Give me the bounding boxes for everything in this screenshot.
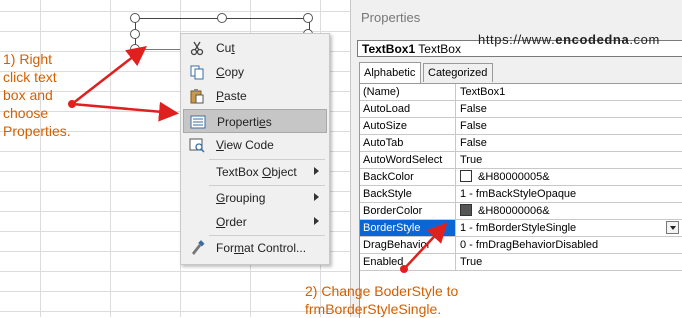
resize-handle-top-middle[interactable] [217, 13, 227, 23]
resize-handle-bottom-left[interactable] [130, 44, 140, 54]
scissors-icon [189, 40, 205, 56]
menu-item-grouping[interactable]: Grouping [183, 186, 327, 210]
grid-line [40, 0, 41, 317]
annotation-step-2-line-2: frmBorderStyleSingle. [305, 301, 442, 317]
property-value[interactable]: &H80000006& [457, 203, 679, 219]
annotation-step-2-line-1: 2) Change BoderStyle to [305, 283, 459, 299]
dropdown-arrow-icon[interactable] [666, 221, 679, 234]
property-row-autotab[interactable]: AutoTab False [360, 135, 682, 152]
property-row-borderstyle[interactable]: BorderStyle 1 - fmBorderStyleSingle [360, 220, 682, 237]
url-suffix: .com [629, 32, 660, 47]
property-row-name[interactable]: (Name) TextBox1 [360, 84, 682, 101]
property-name: DragBehavior [360, 237, 456, 253]
access-key: O [262, 165, 272, 179]
menu-item-properties[interactable]: Properties [183, 109, 327, 133]
property-name: (Name) [360, 84, 456, 100]
property-value[interactable]: TextBox1 [457, 84, 679, 100]
grid-line [0, 291, 350, 292]
object-type: TextBox [418, 42, 461, 56]
properties-title: Properties [361, 10, 421, 25]
paste-icon [189, 88, 205, 104]
property-row-bordercolor[interactable]: BorderColor &H80000006& [360, 203, 682, 220]
access-key: P [216, 89, 225, 103]
resize-handle-top-right[interactable] [303, 13, 313, 23]
property-name: BackStyle [360, 186, 456, 202]
tab-categorized[interactable]: Categorized [423, 63, 493, 82]
property-row-dragbehavior[interactable]: DragBehavior 0 - fmDragBehaviorDisabled [360, 237, 682, 254]
resize-handle-top-left[interactable] [130, 13, 140, 23]
property-value[interactable]: &H80000005& [457, 169, 679, 185]
menu-item-order[interactable]: Order [183, 210, 327, 234]
property-name: BorderColor [360, 203, 456, 219]
property-row-backcolor[interactable]: BackColor &H80000005& [360, 169, 682, 186]
access-key: G [216, 191, 226, 205]
tab-alphabetic[interactable]: Alphabetic [359, 62, 421, 83]
color-swatch [460, 170, 472, 182]
property-name: BorderStyle [360, 220, 456, 236]
menu-label: Paste [216, 89, 247, 103]
menu-label: Properties [217, 115, 272, 129]
access-key: V [216, 138, 224, 152]
submenu-arrow-icon [314, 193, 319, 201]
view-code-icon [189, 137, 205, 153]
property-value[interactable]: False [457, 101, 679, 117]
property-row-backstyle[interactable]: BackStyle 1 - fmBackStyleOpaque [360, 186, 682, 203]
property-row-enabled[interactable]: Enabled True [360, 254, 682, 271]
menu-item-view-code[interactable]: View Code [183, 133, 327, 157]
access-key: m [234, 241, 244, 255]
grid-line [0, 271, 350, 272]
grid-line [110, 0, 111, 317]
menu-label: Grouping [216, 191, 266, 205]
properties-icon [190, 114, 206, 130]
site-url: https://www.encodedna.com [478, 32, 660, 47]
access-key: O [216, 215, 226, 229]
menu-item-format-control[interactable]: Format Control... [183, 236, 327, 260]
resize-handle-middle-left[interactable] [130, 29, 140, 39]
menu-item-copy[interactable]: Copy [183, 60, 327, 84]
property-name: Enabled [360, 254, 456, 270]
property-value[interactable]: 1 - fmBackStyleOpaque [457, 186, 679, 202]
access-key: t [231, 41, 235, 55]
property-value[interactable]: 0 - fmDragBehaviorDisabled [457, 237, 679, 253]
property-name: AutoWordSelect [360, 152, 456, 168]
property-name: AutoLoad [360, 101, 456, 117]
menu-label: View Code [216, 138, 274, 152]
context-menu: Cut Copy Paste Properties View Code Text… [180, 33, 330, 265]
url-prefix: https://www. [478, 32, 556, 47]
menu-label: Cut [216, 41, 235, 55]
menu-label: Copy [216, 65, 245, 79]
annotation-step-2: 2) Change BoderStyle to frmBorderStyleSi… [305, 282, 535, 318]
property-value[interactable]: False [457, 135, 679, 151]
grid-line [0, 311, 350, 312]
property-value[interactable]: True [457, 152, 679, 168]
menu-label: Format Control... [216, 241, 307, 255]
menu-label: Order [216, 215, 247, 229]
grid-line [0, 11, 350, 12]
menu-item-cut[interactable]: Cut [183, 36, 327, 60]
url-brand: encodedna [555, 32, 630, 47]
object-name: TextBox1 [362, 42, 416, 56]
color-swatch [460, 204, 472, 216]
property-value[interactable]: 1 - fmBorderStyleSingle [457, 220, 679, 236]
property-name: AutoTab [360, 135, 456, 151]
property-value[interactable]: True [457, 254, 679, 270]
property-name: AutoSize [360, 118, 456, 134]
annotation-step-1: 1) Right click text box and choose Prope… [3, 51, 71, 139]
menu-item-paste[interactable]: Paste [183, 84, 327, 108]
access-key: e [259, 115, 266, 129]
properties-window: Properties TextBox1 TextBox Alphabetic C… [350, 0, 682, 318]
property-name: BackColor [360, 169, 456, 185]
menu-label: TextBox Object [216, 165, 297, 179]
copy-icon [189, 64, 205, 80]
submenu-arrow-icon [314, 167, 319, 175]
menu-item-textbox-object[interactable]: TextBox Object [183, 160, 327, 184]
property-row-autoload[interactable]: AutoLoad False [360, 101, 682, 118]
property-row-autowordselect[interactable]: AutoWordSelect True [360, 152, 682, 169]
property-value[interactable]: False [457, 118, 679, 134]
access-key: C [216, 65, 225, 79]
submenu-arrow-icon [314, 217, 319, 225]
format-control-icon [189, 240, 205, 256]
property-row-autosize[interactable]: AutoSize False [360, 118, 682, 135]
